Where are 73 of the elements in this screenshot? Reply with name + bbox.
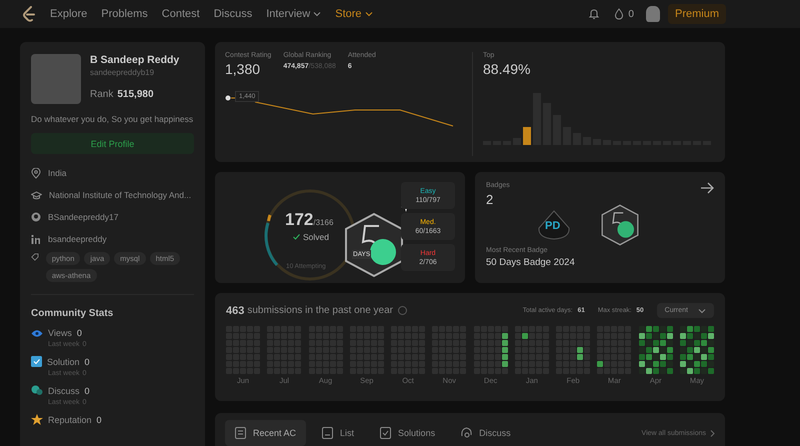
- edit-profile-button[interactable]: Edit Profile: [31, 133, 194, 154]
- drop-icon[interactable]: [614, 8, 624, 20]
- stat-label: Solution: [47, 356, 80, 366]
- tag-icon: [31, 252, 39, 262]
- logo-icon[interactable]: [22, 6, 36, 22]
- tab[interactable]: Discuss: [451, 420, 521, 446]
- stat-label: Reputation: [48, 414, 92, 424]
- nav-link[interactable]: Discuss: [214, 8, 252, 20]
- caret-icon: [698, 308, 706, 314]
- tab[interactable]: Solutions: [370, 420, 446, 446]
- histogram-bar: [523, 127, 531, 145]
- photo-placeholder: [31, 54, 81, 104]
- username: sandeepreddyb19: [90, 68, 156, 77]
- pd-badge[interactable]: PD: [538, 210, 570, 240]
- profile-detail: bsandeepreddy: [48, 234, 107, 244]
- badge-count: 2: [486, 192, 494, 207]
- stat-value: 0: [96, 414, 102, 424]
- tab[interactable]: List: [312, 420, 364, 446]
- user-name: B Sandeep Reddy: [90, 54, 180, 66]
- chat-icon: [461, 427, 472, 439]
- nav-link[interactable]: Contest: [162, 8, 200, 20]
- bio-text: Do whatever you do, So you get happiness: [31, 114, 194, 124]
- profile-detail: National Institute of Technology And...: [49, 190, 192, 200]
- total-count: /3166: [313, 218, 334, 227]
- graduation-cap-icon: [31, 190, 42, 200]
- nav-link[interactable]: Explore: [50, 8, 88, 20]
- heatmap-title: submissions in the past one year: [247, 305, 393, 316]
- profile-detail: BSandeepreddy17: [48, 212, 118, 222]
- nav-link[interactable]: Problems: [101, 8, 148, 20]
- github-icon: [31, 212, 41, 222]
- location-pin-icon: [31, 168, 41, 178]
- streak-count: 0: [628, 8, 634, 20]
- arrow-right-icon[interactable]: [700, 182, 714, 194]
- heatmap-grid-drawing: [514, 326, 549, 374]
- stat-value: 0: [84, 356, 90, 366]
- heatmap-grid-drawing: [638, 326, 673, 374]
- avatar[interactable]: [646, 6, 660, 22]
- premium-button[interactable]: Premium: [668, 4, 726, 24]
- document-icon: [322, 427, 334, 439]
- heatmap-grid-drawing: [680, 326, 714, 374]
- profile-detail: India: [48, 168, 66, 178]
- nav-link[interactable]: Interview: [266, 8, 322, 20]
- heatmap-grid-drawing: [597, 326, 632, 374]
- linkedin-icon: [31, 234, 41, 244]
- rank-value: 515,980: [117, 89, 154, 100]
- section-title: Community Stats: [31, 308, 114, 319]
- checkbox-icon: [31, 356, 42, 367]
- stat-label: Views: [48, 328, 72, 338]
- rating-value: 1,380: [225, 61, 262, 77]
- solved-label: Solved: [303, 232, 329, 242]
- document-icon: [380, 427, 392, 439]
- submission-count: 463: [226, 304, 244, 316]
- heatmap-grid-drawing: [556, 326, 590, 374]
- stat-value: 0: [76, 328, 82, 338]
- star-icon: [31, 414, 43, 425]
- stat-label: Discuss: [48, 386, 80, 396]
- caret-icon: [313, 11, 322, 17]
- rank-label: Rank: [90, 89, 114, 100]
- eye-icon: [31, 328, 43, 338]
- check-icon: [293, 234, 300, 240]
- stat-value: 0: [84, 386, 90, 396]
- recent-badge-name: 50 Days Badge 2024: [486, 257, 576, 268]
- tab[interactable]: Recent AC: [225, 420, 306, 446]
- chevron-right-icon: [710, 430, 715, 436]
- days-badge-icon[interactable]: [600, 204, 640, 246]
- bell-icon[interactable]: [588, 8, 600, 20]
- solved-count: 172: [285, 210, 314, 229]
- nav-link[interactable]: Store: [335, 8, 373, 20]
- caret-icon: [364, 11, 373, 17]
- document-icon: [235, 427, 246, 439]
- top-percent: 88.49%: [483, 61, 532, 77]
- chat-bubbles-icon: [31, 385, 43, 396]
- heatmap-grid-drawing: [474, 326, 508, 374]
